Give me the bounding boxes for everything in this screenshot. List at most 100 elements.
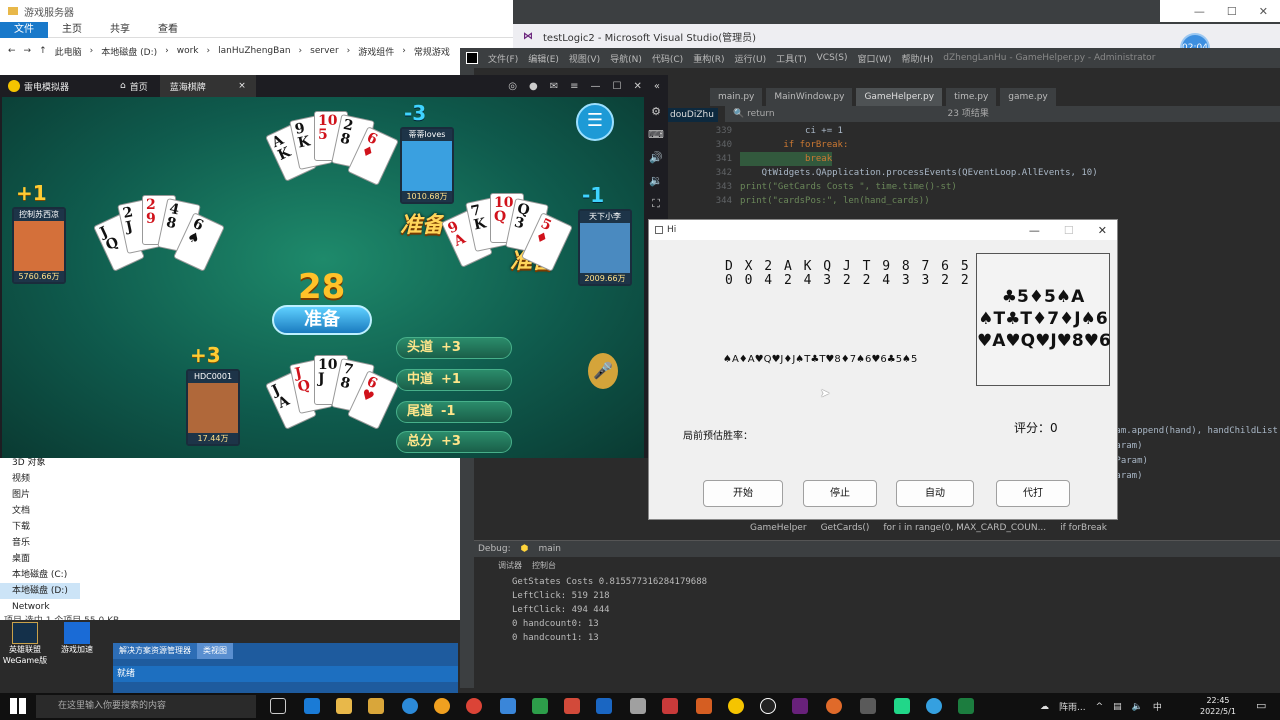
nav-item-videos[interactable]: 视频 [0, 471, 80, 487]
back-icon[interactable]: ← [8, 46, 16, 56]
file-explorer-taskbar-icon[interactable] [336, 698, 352, 714]
ready-button[interactable]: 准备 [272, 305, 372, 335]
crumb-for[interactable]: for i in range(0, MAX_CARD_COUN... [883, 523, 1046, 533]
search-app-icon[interactable] [434, 698, 450, 714]
volume-down-icon[interactable]: 🔉 [644, 174, 668, 187]
weather-text[interactable]: 阵雨... [1059, 700, 1086, 713]
ldplayer-taskbar-icon[interactable] [728, 698, 744, 714]
nav-item-drive-d[interactable]: 本地磁盘 (D:) [0, 583, 80, 599]
breadcrumb-4[interactable]: server [310, 46, 339, 56]
left-player-panel[interactable]: 控制苏西凉 5760.66万 [12, 207, 66, 284]
taskbar-app-icon[interactable] [958, 698, 974, 714]
menu-tools[interactable]: 工具(T) [776, 52, 807, 65]
menu-window[interactable]: 窗口(W) [858, 52, 892, 65]
minimize-icon[interactable]: — [591, 81, 601, 92]
network-icon[interactable]: ▤ [1113, 702, 1122, 712]
minimize-icon[interactable]: — [1029, 224, 1040, 237]
tab-gamehelper-py[interactable]: GameHelper.py [856, 88, 943, 106]
taskbar-app-icon[interactable] [500, 698, 516, 714]
top-player-panel[interactable]: 蒂蒂loves 1010.68万 [400, 127, 454, 204]
desktop-icon-lol[interactable]: 英雄联盟 WeGame版 [0, 622, 50, 666]
task-view-icon[interactable] [270, 698, 286, 714]
visual-studio-taskbar-icon[interactable] [792, 698, 808, 714]
debug-tab-console[interactable]: 控制台 [532, 560, 556, 571]
tab-mainwindow-py[interactable]: MainWindow.py [766, 88, 853, 106]
menu-vcs[interactable]: VCS(S) [817, 53, 848, 63]
menu-file[interactable]: 文件(F) [488, 52, 518, 65]
menu-edit[interactable]: 编辑(E) [528, 52, 559, 65]
taskbar-app-icon[interactable] [926, 698, 942, 714]
taskbar-app-icon[interactable] [860, 698, 876, 714]
bottom-player-panel[interactable]: HDC0001 17.44万 [186, 369, 240, 446]
mail-icon[interactable]: ✉ [550, 81, 558, 92]
taskbar-app-icon[interactable] [630, 698, 646, 714]
right-player-panel[interactable]: 天下小李 2009.66万 [578, 209, 632, 286]
crumb-if[interactable]: if forBreak [1060, 523, 1107, 533]
close-tab-icon[interactable]: × [238, 81, 246, 91]
nav-item-documents[interactable]: 文档 [0, 503, 80, 519]
debug-console[interactable]: GetStates Costs 0.815577316284179688 Lef… [512, 575, 707, 645]
find-bar[interactable]: 🔍 return 23 项结果 [725, 106, 1280, 122]
code-editor[interactable]: 339 ci += 1 340 if forBreak: 341 break 3… [700, 124, 1280, 224]
ribbon-tab-home[interactable]: 主页 [48, 22, 96, 38]
breadcrumb-1[interactable]: 本地磁盘 (D:) [101, 45, 157, 58]
settings-icon[interactable]: ⚙ [644, 105, 668, 118]
folder-taskbar-icon[interactable] [368, 698, 384, 714]
crumb-method[interactable]: GetCards() [821, 523, 870, 533]
pycharm-taskbar-icon[interactable] [894, 698, 910, 714]
up-icon[interactable]: ↑ [39, 46, 47, 56]
menu-run[interactable]: 运行(U) [734, 52, 766, 65]
chrome-icon[interactable] [466, 698, 482, 714]
ribbon-tab-file[interactable]: 文件 [0, 21, 48, 38]
nav-item-downloads[interactable]: 下载 [0, 519, 80, 535]
user-icon[interactable]: ● [529, 81, 538, 92]
find-input[interactable]: return [747, 109, 775, 119]
windows-start-icon[interactable] [10, 698, 26, 714]
project-tab[interactable]: douDiZhu [666, 108, 718, 122]
desktop-icon-accelerator[interactable]: 游戏加速 [52, 622, 102, 655]
debug-tab-debugger[interactable]: 调试器 [498, 560, 522, 571]
taskbar-app-icon[interactable] [826, 698, 842, 714]
taskbar-app-icon[interactable] [532, 698, 548, 714]
maximize-icon[interactable]: ☐ [613, 81, 622, 92]
taskbar-app-icon[interactable] [596, 698, 612, 714]
menu-code[interactable]: 代码(C) [652, 52, 683, 65]
stop-button[interactable]: 停止 [803, 480, 877, 507]
ribbon-tab-view[interactable]: 查看 [144, 22, 192, 38]
ribbon-tab-share[interactable]: 共享 [96, 22, 144, 38]
emulator-tab-game[interactable]: 蓝海棋牌 × [159, 75, 256, 97]
tray-up-icon[interactable]: ^ [1096, 702, 1104, 712]
menu-navigate[interactable]: 导航(N) [610, 52, 642, 65]
auto-button[interactable]: 自动 [896, 480, 974, 507]
nav-item-pictures[interactable]: 图片 [0, 487, 80, 503]
menu-refactor[interactable]: 重构(R) [693, 52, 724, 65]
minimize-icon[interactable]: — [1194, 5, 1205, 18]
taskbar-clock[interactable]: 22:45 2022/5/1 [1200, 695, 1236, 717]
ime-icon[interactable]: 中 [1153, 700, 1162, 713]
breadcrumb-3[interactable]: lanHuZhengBan [218, 46, 290, 56]
qq-icon[interactable] [760, 698, 776, 714]
menu-button[interactable]: ☰ [576, 103, 614, 141]
nav-item-desktop[interactable]: 桌面 [0, 551, 80, 567]
nav-item-music[interactable]: 音乐 [0, 535, 80, 551]
weather-icon[interactable]: ☁ [1040, 702, 1049, 712]
edge-icon[interactable] [402, 698, 418, 714]
address-bar[interactable]: ← → ↑ 此电脑 › 本地磁盘 (D:) › work › lanHuZhengBa… [0, 38, 513, 64]
microphone-icon[interactable]: 🎤 [588, 353, 618, 389]
volume-up-icon[interactable]: 🔊 [644, 151, 668, 164]
taskbar-app-icon[interactable] [564, 698, 580, 714]
notification-icon[interactable]: ▭ [1256, 699, 1266, 712]
breadcrumb-0[interactable]: 此电脑 [55, 45, 82, 58]
menu-icon[interactable]: ≡ [570, 81, 578, 92]
keyboard-icon[interactable]: ⌨ [644, 128, 668, 141]
collapse-icon[interactable]: « [654, 81, 660, 92]
fullscreen-icon[interactable]: ⛶ [644, 197, 668, 211]
game-screen[interactable]: -3 蒂蒂loves 1010.68万 准备 +1 控制苏西凉 5760.66万… [2, 97, 644, 458]
tab-solution-explorer[interactable]: 解决方案资源管理器 [113, 643, 197, 659]
proxy-play-button[interactable]: 代打 [996, 480, 1070, 507]
close-icon[interactable]: ✕ [633, 81, 641, 92]
nav-item-drive-c[interactable]: 本地磁盘 (C:) [0, 567, 80, 583]
taskbar-app-icon[interactable] [662, 698, 678, 714]
forward-icon[interactable]: → [24, 46, 32, 56]
breadcrumb-2[interactable]: work [177, 46, 199, 56]
